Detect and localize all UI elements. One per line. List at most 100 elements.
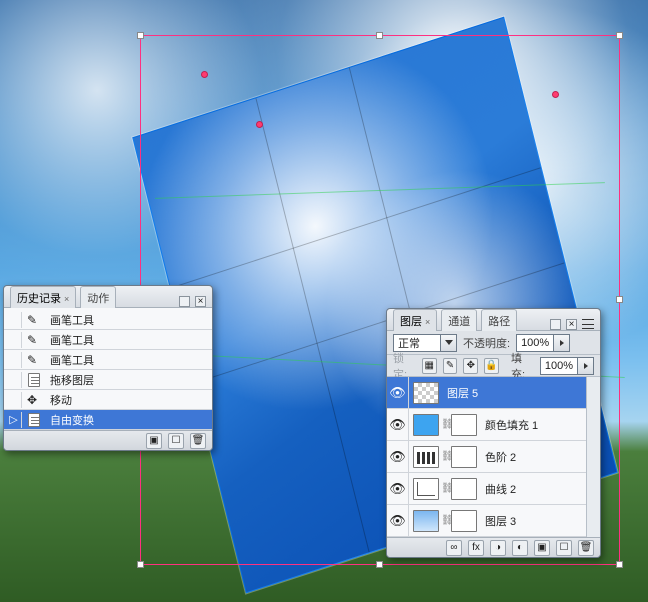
history-panel-header[interactable]: 历史记录×动作 × bbox=[4, 286, 212, 308]
document-canvas[interactable]: 历史记录×动作 × 画笔工具画笔工具画笔工具拖移图层移动▷自由变换 ▣ ☐ 🗑 … bbox=[0, 0, 648, 602]
layer-scrollbar[interactable] bbox=[586, 377, 600, 537]
history-item-label: 画笔工具 bbox=[46, 352, 94, 368]
layer-thumbnail[interactable] bbox=[451, 478, 477, 500]
layers-panel-footer: ∞ fx ◑ ◐ ▣ ☐ 🗑 bbox=[387, 537, 600, 557]
brush-icon bbox=[27, 353, 41, 367]
lock-position-button[interactable]: ✥ bbox=[463, 358, 478, 374]
layer-name[interactable]: 图层 5 bbox=[443, 385, 478, 401]
transform-handle[interactable] bbox=[616, 561, 623, 568]
layer-row[interactable]: 👁 ⛓ 曲线 2 bbox=[387, 473, 586, 505]
fill-input[interactable]: 100% bbox=[540, 357, 594, 375]
layer-thumbnail[interactable] bbox=[451, 510, 477, 532]
layer-thumbnail[interactable] bbox=[413, 510, 439, 532]
layer-style-button[interactable]: fx bbox=[468, 540, 484, 556]
history-marker-well[interactable] bbox=[6, 312, 22, 328]
layer-name[interactable]: 图层 3 bbox=[481, 513, 516, 529]
tab-通道[interactable]: 通道 bbox=[441, 309, 477, 331]
visibility-toggle[interactable]: 👁 bbox=[387, 377, 409, 408]
warp-anchor[interactable] bbox=[256, 121, 263, 128]
lock-transparency-button[interactable]: ▦ bbox=[422, 358, 437, 374]
transform-handle[interactable] bbox=[616, 32, 623, 39]
dropdown-icon[interactable] bbox=[441, 334, 457, 352]
layer-thumbnail[interactable] bbox=[413, 414, 439, 436]
layer-name[interactable]: 颜色填充 1 bbox=[481, 417, 538, 433]
layer-list: 👁图层 5👁⛓颜色填充 1👁⛓色阶 2👁⛓曲线 2👁⛓图层 3 bbox=[387, 377, 586, 537]
layer-thumbnail[interactable] bbox=[413, 478, 439, 500]
link-layers-button[interactable]: ∞ bbox=[446, 540, 462, 556]
panel-menu-button[interactable] bbox=[582, 319, 594, 329]
panel-close-button[interactable]: × bbox=[195, 296, 206, 307]
layer-row[interactable]: 👁 图层 5 bbox=[387, 377, 586, 409]
layer-row[interactable]: 👁 ⛓ 颜色填充 1 bbox=[387, 409, 586, 441]
layers-panel-header[interactable]: 图层×通道路径 × bbox=[387, 309, 600, 331]
tab-动作[interactable]: 动作 bbox=[80, 286, 116, 308]
panel-close-button[interactable]: × bbox=[566, 319, 577, 330]
link-icon: ⛓ bbox=[441, 483, 449, 494]
visibility-toggle[interactable]: 👁 bbox=[387, 505, 409, 536]
new-document-from-state-button[interactable]: ☐ bbox=[168, 433, 184, 449]
transform-handle[interactable] bbox=[616, 296, 623, 303]
lock-pixels-button[interactable]: ✎ bbox=[443, 358, 458, 374]
transform-handle[interactable] bbox=[137, 561, 144, 568]
new-group-button[interactable]: ▣ bbox=[534, 540, 550, 556]
history-marker-well[interactable] bbox=[6, 352, 22, 368]
create-snapshot-button[interactable]: ▣ bbox=[146, 433, 162, 449]
layers-tabs: 图层×通道路径 bbox=[393, 308, 517, 330]
layer-row[interactable]: 👁⛓色阶 2 bbox=[387, 441, 586, 473]
history-item[interactable]: 移动 bbox=[4, 390, 212, 410]
history-item[interactable]: 拖移图层 bbox=[4, 370, 212, 390]
layer-lock-row: 锁定: ▦ ✎ ✥ 🔒 填充: 100% bbox=[387, 355, 600, 377]
history-marker-well[interactable] bbox=[6, 332, 22, 348]
delete-state-button[interactable]: 🗑 bbox=[190, 433, 206, 449]
tab-路径[interactable]: 路径 bbox=[481, 309, 517, 331]
history-panel-footer: ▣ ☐ 🗑 bbox=[4, 430, 212, 450]
layer-row[interactable]: 👁 ⛓ 图层 3 bbox=[387, 505, 586, 537]
layer-options-row: 正常 不透明度: 100% bbox=[387, 331, 600, 355]
new-layer-button[interactable]: ☐ bbox=[556, 540, 572, 556]
opacity-flyout-button[interactable] bbox=[554, 334, 570, 352]
history-item-label: 画笔工具 bbox=[46, 332, 94, 348]
history-tabs: 历史记录×动作 bbox=[10, 285, 116, 307]
layer-thumbnail[interactable] bbox=[451, 414, 477, 436]
fill-flyout-button[interactable] bbox=[578, 357, 594, 375]
new-adjustment-button[interactable]: ◐ bbox=[512, 540, 528, 556]
add-mask-button[interactable]: ◑ bbox=[490, 540, 506, 556]
history-list: 画笔工具画笔工具画笔工具拖移图层移动▷自由变换 bbox=[4, 308, 212, 430]
visibility-toggle[interactable]: 👁 bbox=[387, 473, 409, 504]
tab-图层[interactable]: 图层× bbox=[393, 309, 437, 331]
history-item[interactable]: ▷自由变换 bbox=[4, 410, 212, 430]
visibility-toggle[interactable]: 👁 bbox=[387, 441, 409, 472]
history-item[interactable]: 画笔工具 bbox=[4, 330, 212, 350]
transform-handle[interactable] bbox=[376, 32, 383, 39]
link-icon: ⛓ bbox=[441, 515, 449, 526]
opacity-value: 100% bbox=[521, 337, 549, 349]
warp-anchor[interactable] bbox=[201, 71, 208, 78]
document-icon bbox=[28, 413, 40, 427]
layer-name[interactable]: 曲线 2 bbox=[481, 481, 516, 497]
history-panel: 历史记录×动作 × 画笔工具画笔工具画笔工具拖移图层移动▷自由变换 ▣ ☐ 🗑 bbox=[3, 285, 213, 451]
tab-close-icon[interactable]: × bbox=[425, 317, 430, 327]
layer-name[interactable]: 色阶 2 bbox=[481, 449, 516, 465]
layer-thumbnail[interactable] bbox=[413, 382, 439, 404]
layer-thumbnail[interactable] bbox=[451, 446, 477, 468]
history-item[interactable]: 画笔工具 bbox=[4, 350, 212, 370]
panel-minimize-button[interactable] bbox=[179, 296, 190, 307]
brush-icon bbox=[27, 333, 41, 347]
visibility-toggle[interactable]: 👁 bbox=[387, 409, 409, 440]
history-item[interactable]: 画笔工具 bbox=[4, 310, 212, 330]
delete-layer-button[interactable]: 🗑 bbox=[578, 540, 594, 556]
tab-历史记录[interactable]: 历史记录× bbox=[10, 286, 76, 308]
warp-anchor[interactable] bbox=[552, 91, 559, 98]
transform-handle[interactable] bbox=[376, 561, 383, 568]
tab-close-icon[interactable]: × bbox=[64, 294, 69, 304]
history-marker-well[interactable]: ▷ bbox=[6, 412, 22, 428]
history-marker-well[interactable] bbox=[6, 372, 22, 388]
fill-value: 100% bbox=[545, 360, 573, 372]
history-marker-well[interactable] bbox=[6, 392, 22, 408]
link-icon: ⛓ bbox=[441, 419, 449, 430]
history-item-label: 画笔工具 bbox=[46, 312, 94, 328]
layer-thumbnail[interactable] bbox=[413, 446, 439, 468]
lock-all-button[interactable]: 🔒 bbox=[484, 358, 499, 374]
panel-minimize-button[interactable] bbox=[550, 319, 561, 330]
transform-handle[interactable] bbox=[137, 32, 144, 39]
